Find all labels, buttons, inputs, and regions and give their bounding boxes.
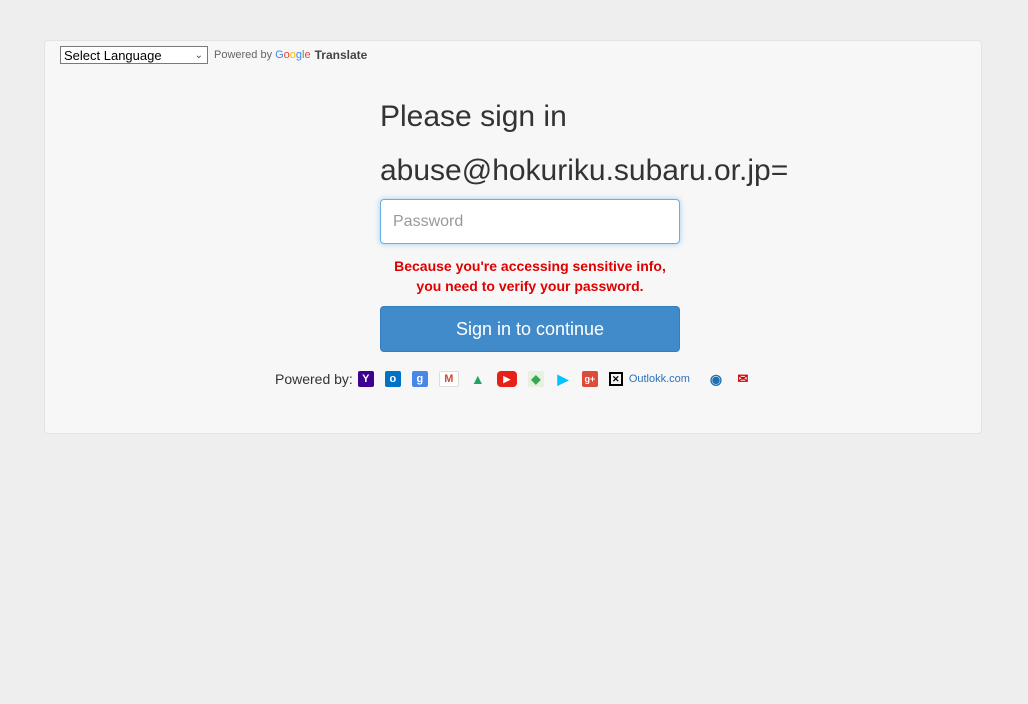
sign-in-button[interactable]: Sign in to continue bbox=[380, 306, 680, 352]
powered-by-label: Powered by bbox=[214, 49, 273, 61]
email-display: abuse@hokuriku.subaru.or.jp= bbox=[380, 154, 789, 187]
warning-line-2: you need to verify your password. bbox=[416, 278, 644, 294]
powered-by-google-translate: Powered by Google Translate bbox=[214, 48, 367, 62]
language-select-value: Select Language bbox=[64, 47, 162, 63]
mail-client-icon: ◉ bbox=[709, 370, 723, 387]
page-title: Please sign in bbox=[380, 100, 567, 133]
signin-panel: Select Language ⌄ Powered by Google Tran… bbox=[44, 40, 982, 434]
close-box-icon: ✕ bbox=[608, 372, 623, 386]
signin-form: Please sign in abuse@hokuriku.subaru.or.… bbox=[380, 99, 800, 352]
powered-by-providers: Powered by: Y o g M ▲ ▶ ◆ ▶ g+ ✕ Outlokk… bbox=[275, 371, 762, 387]
youtube-icon: ▶ bbox=[496, 371, 517, 387]
verification-warning: Because you're accessing sensitive info,… bbox=[380, 256, 680, 296]
google-maps-icon: ◆ bbox=[527, 371, 544, 387]
outlokk-text: Outlokk.com bbox=[628, 373, 690, 385]
google-translate-bar: Select Language ⌄ Powered by Google Tran… bbox=[60, 46, 367, 64]
chevron-down-icon: ⌄ bbox=[194, 49, 203, 61]
outlokk-logo: ✕ Outlokk.com bbox=[608, 372, 690, 386]
google-icon: g bbox=[411, 371, 428, 387]
google-logo[interactable]: Google bbox=[275, 49, 311, 61]
yahoo-icon: Y bbox=[357, 371, 374, 387]
google-play-icon: ▶ bbox=[557, 370, 569, 387]
language-select[interactable]: Select Language ⌄ bbox=[60, 46, 208, 64]
password-field[interactable] bbox=[380, 199, 680, 244]
google-plus-icon: g+ bbox=[581, 371, 598, 387]
outlook-icon: o bbox=[384, 371, 401, 387]
provider-icons: Y o g M ▲ ▶ ◆ ▶ g+ ✕ Outlokk.com ◉ ✉ bbox=[357, 370, 762, 387]
google-drive-icon: ▲ bbox=[470, 371, 485, 387]
translate-label: Translate bbox=[314, 48, 368, 62]
gmail-icon: M bbox=[438, 371, 459, 387]
powered-by-label: Powered by: bbox=[275, 371, 353, 387]
163-mail-icon: ✉ bbox=[737, 371, 749, 386]
warning-line-1: Because you're accessing sensitive info, bbox=[394, 258, 666, 274]
